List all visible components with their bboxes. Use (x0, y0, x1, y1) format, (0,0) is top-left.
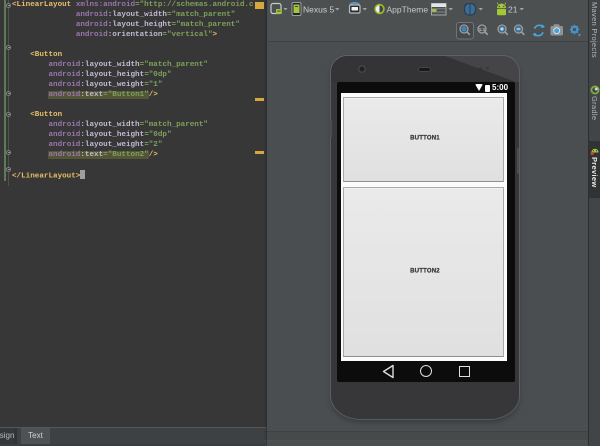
svg-text:AppTheme: AppTheme (387, 5, 429, 15)
svg-text:Nexus 5: Nexus 5 (303, 5, 334, 15)
svg-text:21: 21 (508, 5, 518, 15)
svg-text:1:1: 1:1 (479, 27, 486, 32)
